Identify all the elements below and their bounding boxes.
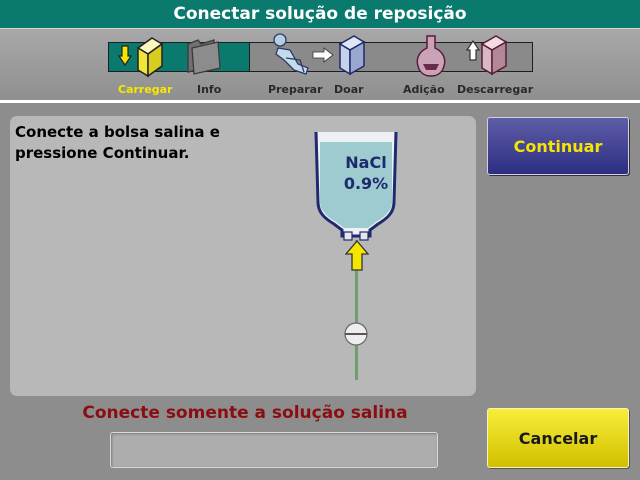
flask-icon (416, 35, 446, 77)
load-cartridge-icon (118, 37, 164, 78)
connect-arrow-icon (345, 240, 369, 271)
instruction-text: Conecte a bolsa salina e pressione Conti… (15, 123, 220, 162)
step-label-adicao: Adição (403, 83, 445, 96)
step-label-carregar: Carregar (118, 83, 173, 96)
bag-label: NaCl 0.9% (330, 152, 402, 194)
continue-button[interactable]: Continuar (487, 117, 629, 175)
message-box (110, 432, 438, 468)
window-title: Conectar solução de reposição (0, 0, 640, 28)
unload-cartridge-icon (466, 35, 508, 76)
donate-cartridge-icon (338, 35, 366, 76)
header-divider (0, 100, 640, 103)
folder-icon (187, 39, 221, 75)
step-label-descarregar: Descarregar (457, 83, 534, 96)
arrow-right-icon (312, 47, 334, 63)
instruction-panel: Conecte a bolsa salina e pressione Conti… (10, 116, 476, 396)
step-label-doar: Doar (334, 83, 364, 96)
saline-warning: Conecte somente a solução salina (82, 403, 408, 423)
step-label-info: Info (197, 83, 222, 96)
bag-label-line1: NaCl (345, 153, 387, 172)
bag-label-line2: 0.9% (343, 174, 389, 193)
cancel-button[interactable]: Cancelar (487, 408, 629, 468)
step-label-preparar: Preparar (268, 83, 323, 96)
